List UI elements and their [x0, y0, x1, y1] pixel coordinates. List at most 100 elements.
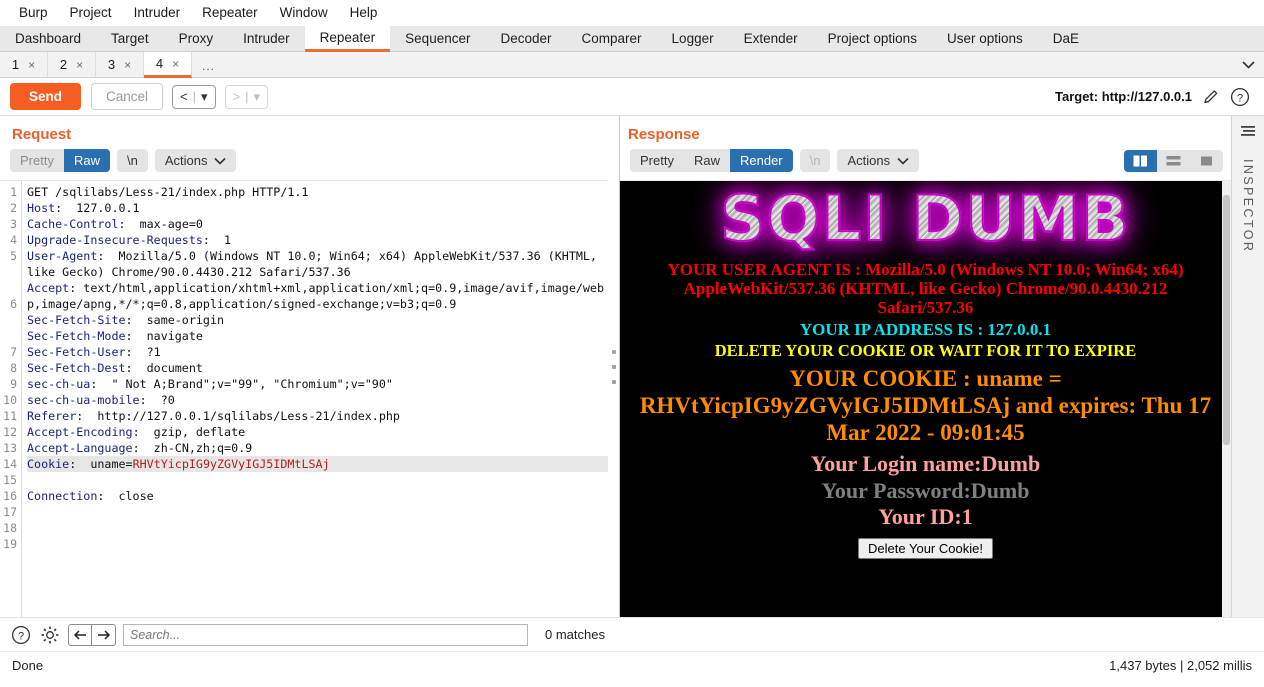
- search-bar: ? 0 matches: [0, 617, 1264, 651]
- header-key: Sec-Fetch-Dest: [27, 361, 126, 375]
- single-pane-icon[interactable]: [1190, 150, 1223, 172]
- svg-text:?: ?: [1237, 92, 1243, 104]
- tab-intruder[interactable]: Intruder: [228, 26, 305, 51]
- line-number: 14: [3, 457, 17, 471]
- status-bar: Done 1,437 bytes | 2,052 millis: [0, 651, 1264, 679]
- header-value: : 127.0.0.1: [55, 201, 140, 215]
- repeater-tab-4[interactable]: 4 ×: [144, 52, 192, 78]
- send-button[interactable]: Send: [10, 83, 82, 110]
- request-mode-pretty[interactable]: Pretty: [10, 149, 64, 172]
- line-number: 5: [10, 249, 17, 263]
- response-actions-button[interactable]: Actions: [837, 149, 920, 172]
- help-circle-icon[interactable]: ?: [1230, 87, 1250, 107]
- request-view-mode-group: Pretty Raw: [10, 149, 110, 172]
- tab-project-options[interactable]: Project options: [812, 26, 932, 51]
- response-title: Response: [628, 126, 700, 143]
- menu-item-intruder[interactable]: Intruder: [123, 0, 192, 26]
- close-icon[interactable]: ×: [124, 58, 131, 72]
- repeater-tab-2[interactable]: 2 ×: [48, 52, 96, 77]
- tab-extender[interactable]: Extender: [728, 26, 813, 51]
- menu-item-window[interactable]: Window: [269, 0, 339, 26]
- line-number: 7: [10, 345, 17, 359]
- request-line: GET /sqlilabs/Less-21/index.php HTTP/1.1: [27, 185, 309, 199]
- user-agent-line: YOUR USER AGENT IS : Mozilla/5.0 (Window…: [667, 260, 1184, 318]
- header-value: : 1: [202, 233, 232, 247]
- cookie-warning-line: DELETE YOUR COOKIE OR WAIT FOR IT TO EXP…: [714, 341, 1137, 361]
- response-metrics: 1,437 bytes | 2,052 millis: [1109, 658, 1252, 673]
- response-render-frame[interactable]: SQLI DUMB YOUR USER AGENT IS : Mozilla/5…: [620, 180, 1231, 617]
- response-mode-render[interactable]: Render: [729, 149, 793, 172]
- main-tab-filler: [1094, 26, 1264, 51]
- header-key: Referer: [27, 409, 77, 423]
- repeater-tab-1-label: 1: [11, 57, 20, 72]
- request-raw-text[interactable]: GET /sqlilabs/Less-21/index.php HTTP/1.1…: [22, 181, 608, 617]
- target-area: Target: http://127.0.0.1 ?: [1055, 87, 1254, 107]
- request-editor[interactable]: 1 2 3 4 5 6 7 8 9 10 11 12 13 14 15 16 1…: [0, 180, 608, 617]
- tab-sequencer[interactable]: Sequencer: [390, 26, 486, 51]
- request-newline-toggle[interactable]: \n: [116, 149, 148, 172]
- menu-item-help[interactable]: Help: [339, 0, 389, 26]
- repeater-tab-4-label: 4: [155, 56, 164, 71]
- tab-comparer[interactable]: Comparer: [566, 26, 657, 51]
- close-icon[interactable]: ×: [76, 58, 83, 72]
- divider-grip[interactable]: [612, 349, 616, 384]
- line-number: 6: [10, 297, 17, 311]
- request-mode-raw[interactable]: Raw: [63, 149, 110, 172]
- request-line-numbers: 1 2 3 4 5 6 7 8 9 10 11 12 13 14 15 16 1…: [0, 181, 22, 617]
- repeater-tab-overflow[interactable]: ...: [192, 52, 225, 77]
- delete-cookie-button[interactable]: Delete Your Cookie!: [858, 538, 993, 560]
- close-icon[interactable]: ×: [172, 57, 179, 71]
- header-key: Connection: [27, 489, 98, 503]
- ip-address-line: YOUR IP ADDRESS IS : 127.0.0.1: [799, 320, 1052, 340]
- tab-logger[interactable]: Logger: [656, 26, 729, 51]
- header-key: sec-ch-ua-mobile: [27, 393, 140, 407]
- header-value: : max-age=0: [118, 217, 203, 231]
- tab-dashboard[interactable]: Dashboard: [0, 26, 97, 51]
- response-scrollbar[interactable]: [1222, 181, 1231, 617]
- divider: |: [192, 89, 197, 104]
- request-title: Request: [12, 126, 72, 143]
- tab-repeater[interactable]: Repeater: [304, 26, 391, 52]
- tab-user-options[interactable]: User options: [931, 26, 1038, 51]
- request-actions-button[interactable]: Actions: [154, 149, 237, 172]
- response-mode-pretty[interactable]: Pretty: [630, 149, 684, 172]
- svg-text:?: ?: [18, 630, 24, 642]
- header-value: : close: [97, 489, 154, 503]
- search-input[interactable]: [123, 623, 528, 646]
- chevron-down-icon[interactable]: [1233, 52, 1264, 77]
- tab-target[interactable]: Target: [96, 26, 164, 51]
- response-mode-raw[interactable]: Raw: [684, 149, 730, 172]
- repeater-tab-3[interactable]: 3 ×: [96, 52, 144, 77]
- line-number: 1: [10, 185, 17, 199]
- cookie-line-highlighted: Cookie: uname=RHVtYicpIG9yZGVyIGJ5IDMtLS…: [27, 456, 608, 472]
- forward-history-button[interactable]: > | ▾: [224, 84, 269, 109]
- line-number: 15: [3, 473, 17, 487]
- split-vertical-icon[interactable]: [1124, 149, 1157, 172]
- tab-decoder[interactable]: Decoder: [485, 26, 567, 51]
- close-icon[interactable]: ×: [28, 58, 35, 72]
- menu-item-project[interactable]: Project: [59, 0, 123, 26]
- pencil-icon[interactable]: [1202, 88, 1220, 106]
- help-circle-icon[interactable]: ?: [10, 624, 32, 646]
- back-history-button[interactable]: < | ▾: [172, 84, 216, 109]
- inspector-rail[interactable]: INSPECTOR: [1231, 116, 1264, 617]
- divider: |: [245, 89, 249, 104]
- pane-divider[interactable]: [608, 116, 620, 617]
- gear-icon[interactable]: [39, 624, 61, 646]
- cancel-button[interactable]: Cancel: [91, 83, 164, 110]
- scrollbar-thumb[interactable]: [1223, 195, 1230, 445]
- header-key: Cache-Control: [27, 217, 119, 231]
- split-horizontal-icon[interactable]: [1157, 150, 1190, 172]
- tab-dae[interactable]: DaE: [1037, 26, 1095, 51]
- header-value: : uname=: [69, 457, 133, 471]
- search-next-button[interactable]: [92, 623, 116, 646]
- header-value: : ?0: [139, 393, 175, 407]
- repeater-tab-1[interactable]: 1 ×: [0, 52, 48, 77]
- menu-item-repeater[interactable]: Repeater: [191, 0, 269, 26]
- header-key: Accept-Language: [27, 441, 133, 455]
- repeater-action-bar: Send Cancel < | ▾ > | ▾ Target: http://1…: [0, 78, 1264, 116]
- menu-item-burp[interactable]: Burp: [8, 0, 59, 26]
- search-prev-button[interactable]: [68, 623, 92, 646]
- tab-proxy[interactable]: Proxy: [163, 26, 229, 51]
- panel-collapse-icon[interactable]: [1239, 124, 1257, 141]
